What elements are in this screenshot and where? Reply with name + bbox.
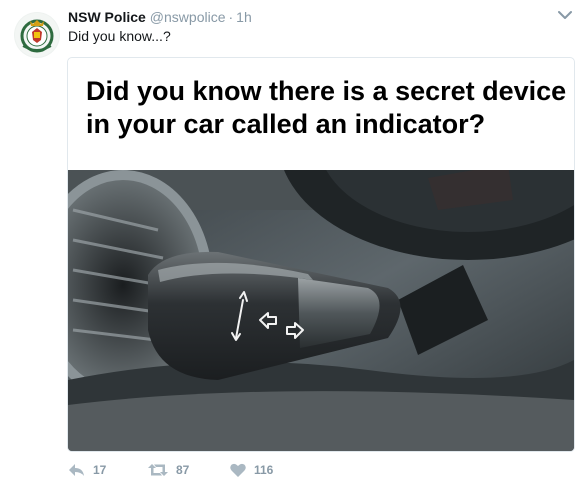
like-button[interactable]: 116 <box>230 460 273 480</box>
reply-count: 17 <box>93 463 107 477</box>
tweet-time[interactable]: 1h <box>236 9 252 25</box>
reply-button[interactable]: 17 <box>68 460 106 480</box>
separator-dot: · <box>228 9 234 25</box>
tweet: NSW Police @nswpolice · 1h Did you know...?… <box>0 0 586 492</box>
media-card[interactable]: Did you know there is a secret device in… <box>67 57 575 452</box>
tweet-text: Did you know...? <box>68 28 171 44</box>
meme-caption: Did you know there is a secret device in… <box>86 76 567 139</box>
nsw-police-badge-icon <box>15 13 59 57</box>
retweet-icon <box>148 464 168 476</box>
author-handle[interactable]: @nswpolice <box>150 9 226 25</box>
heart-icon <box>230 463 246 477</box>
like-count: 116 <box>254 463 274 477</box>
tweet-header: NSW Police @nswpolice · 1h <box>68 9 566 29</box>
author-name[interactable]: NSW Police <box>68 9 146 25</box>
chevron-down-icon[interactable] <box>558 10 572 20</box>
indicator-stalk-photo <box>68 170 574 451</box>
reply-icon <box>69 464 84 476</box>
retweet-count: 87 <box>176 463 190 477</box>
avatar[interactable] <box>14 12 60 58</box>
retweet-button[interactable]: 87 <box>148 460 189 480</box>
